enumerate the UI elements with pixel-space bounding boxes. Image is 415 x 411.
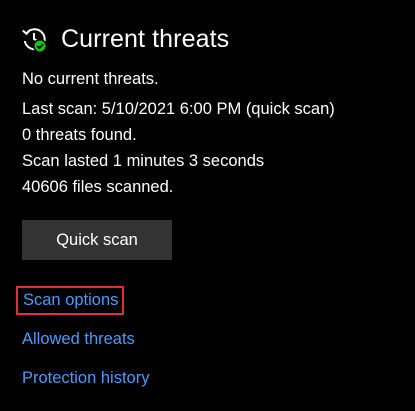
section-header: Current threats (20, 24, 229, 54)
files-scanned-text: 40606 files scanned. (22, 178, 174, 196)
scan-details: Last scan: 5/10/2021 6:00 PM (quick scan… (22, 96, 335, 200)
allowed-threats-link[interactable]: Allowed threats (22, 329, 135, 349)
protection-history-link[interactable]: Protection history (22, 368, 149, 388)
threats-found-text: 0 threats found. (22, 126, 137, 144)
last-scan-text: Last scan: 5/10/2021 6:00 PM (quick scan… (22, 100, 335, 118)
history-check-icon (20, 25, 48, 53)
scan-options-link[interactable]: Scan options (16, 286, 125, 315)
page-title: Current threats (61, 25, 230, 53)
scan-duration-text: Scan lasted 1 minutes 3 seconds (22, 152, 265, 170)
threat-status-summary: No current threats. (22, 70, 159, 88)
quick-scan-button[interactable]: Quick scan (22, 220, 172, 260)
